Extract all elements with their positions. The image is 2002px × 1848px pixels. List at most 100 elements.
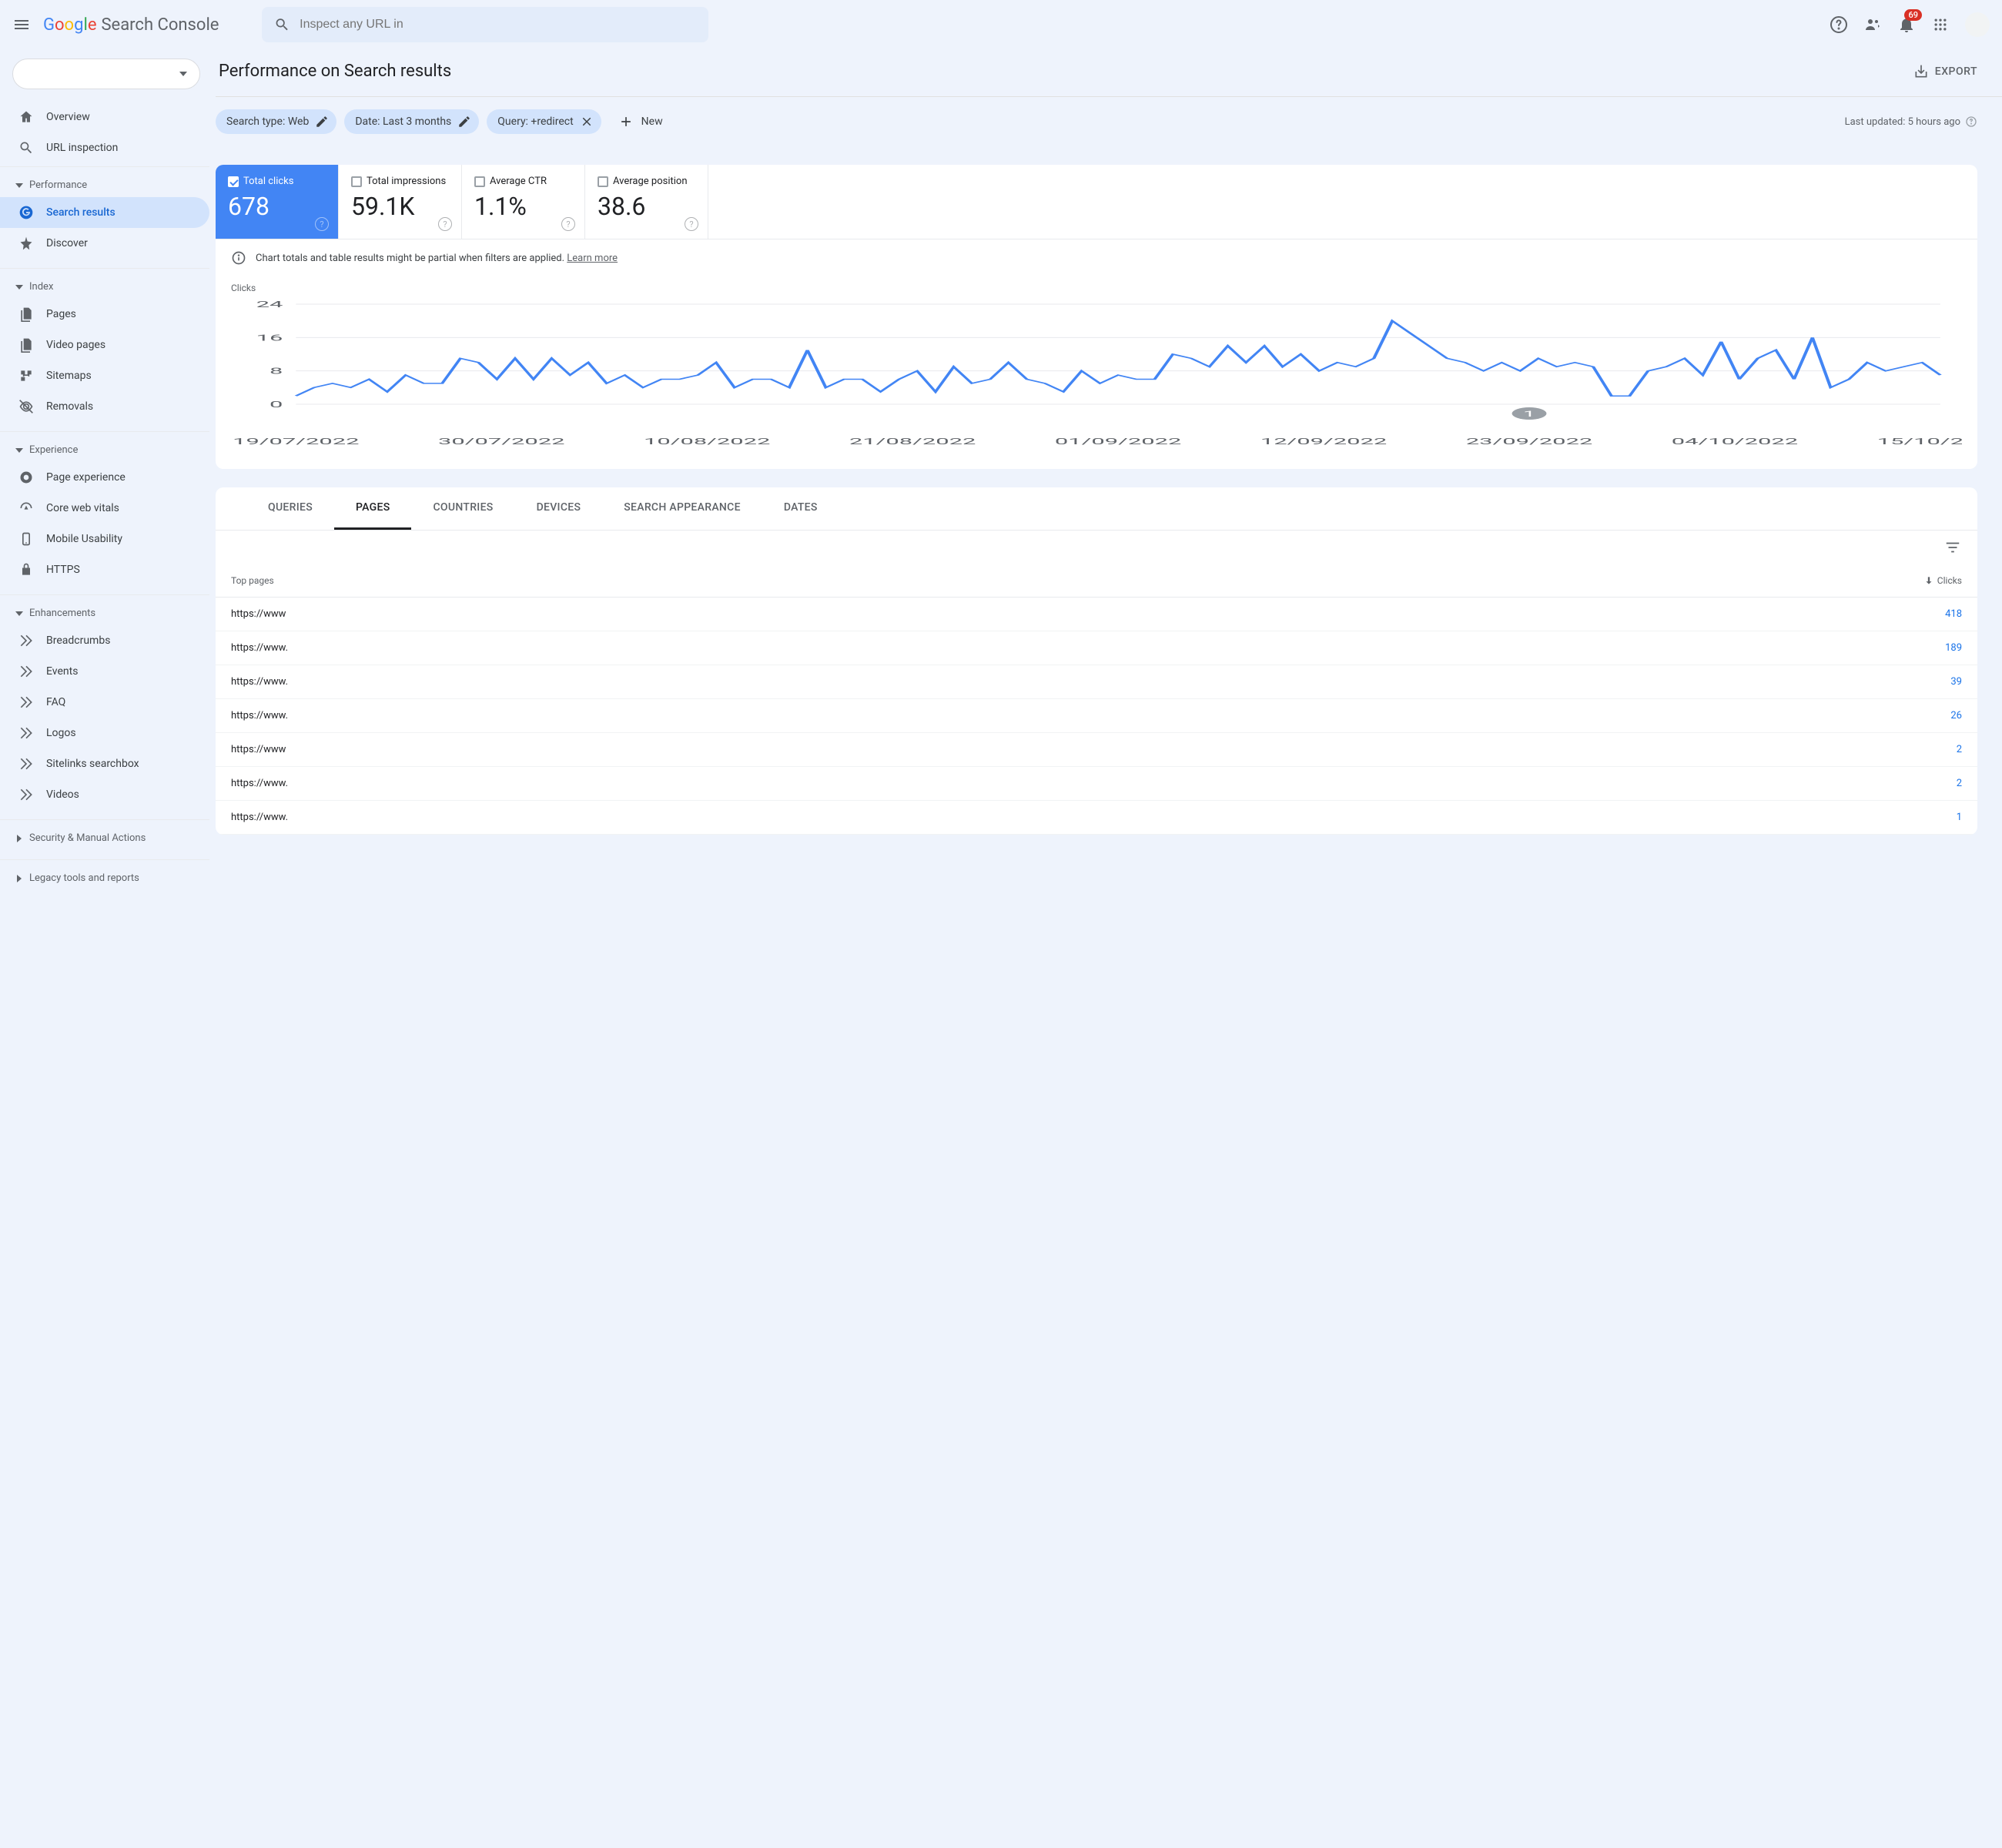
home-icon — [18, 109, 34, 125]
table-header: Top pages Clicks — [216, 564, 1977, 598]
sidebar-item-video-pages[interactable]: Video pages — [0, 330, 209, 360]
notification-badge: 69 — [1904, 9, 1922, 21]
table-row[interactable]: https://www. 26 — [216, 699, 1977, 733]
sidebar-section-index[interactable]: Index — [0, 275, 209, 299]
url-inspection-search[interactable] — [262, 7, 708, 42]
checkbox-icon — [228, 176, 239, 187]
table-header-pages: Top pages — [231, 575, 274, 586]
sidebar-item-videos[interactable]: Videos — [0, 779, 209, 810]
table-cell-page: https://www. — [231, 642, 288, 654]
sidebar-item-mobile-usability[interactable]: Mobile Usability — [0, 524, 209, 554]
plus-icon — [618, 114, 634, 129]
close-icon[interactable] — [580, 115, 594, 129]
tab-devices[interactable]: DEVICES — [515, 487, 603, 530]
filter-icon[interactable] — [1943, 538, 1962, 557]
export-label: EXPORT — [1935, 65, 1977, 78]
sidebar-section-security-manual-actions[interactable]: Security & Manual Actions — [0, 826, 209, 850]
last-updated: Last updated: 5 hours ago — [1845, 116, 1977, 128]
table-cell-page: https://www. — [231, 710, 288, 721]
table-row[interactable]: https://www. 189 — [216, 631, 1977, 665]
tab-search-appearance[interactable]: SEARCH APPEARANCE — [602, 487, 762, 530]
sidebar-item-removals[interactable]: Removals — [0, 391, 209, 422]
info-banner: Chart totals and table results might be … — [216, 239, 1977, 276]
metric-value: 59.1K — [351, 192, 449, 221]
property-selector[interactable] — [12, 59, 200, 89]
sidebar-section-legacy-tools-and-reports[interactable]: Legacy tools and reports — [0, 866, 209, 890]
metric-total-impressions[interactable]: Total impressions 59.1K ? — [339, 165, 462, 239]
pageexp-icon — [18, 470, 34, 485]
sidebar-item-discover[interactable]: Discover — [0, 228, 209, 259]
avatar[interactable] — [1965, 12, 1990, 37]
sidebar-item-label: Events — [46, 665, 78, 678]
tab-countries[interactable]: COUNTRIES — [411, 487, 514, 530]
help-icon[interactable] — [1965, 116, 1977, 128]
menu-icon[interactable] — [12, 15, 31, 34]
sidebar-section-performance[interactable]: Performance — [0, 173, 209, 197]
sidebar-section-experience[interactable]: Experience — [0, 438, 209, 462]
people-icon[interactable] — [1863, 15, 1882, 34]
chevron-down-icon — [15, 611, 23, 616]
sidebar-item-overview[interactable]: Overview — [0, 102, 209, 132]
help-icon[interactable]: ? — [685, 217, 698, 231]
table-row[interactable]: https://www. 39 — [216, 665, 1977, 699]
sidebar-item-core-web-vitals[interactable]: Core web vitals — [0, 493, 209, 524]
tab-queries[interactable]: QUERIES — [246, 487, 334, 530]
sidebar-item-faq[interactable]: FAQ — [0, 687, 209, 718]
table-row[interactable]: https://www 418 — [216, 598, 1977, 631]
tab-pages[interactable]: PAGES — [334, 487, 412, 530]
sidebar-item-label: Logos — [46, 727, 76, 739]
svg-text:1: 1 — [1523, 410, 1535, 419]
sidebar-item-search-results[interactable]: Search results — [0, 197, 209, 228]
help-icon[interactable] — [1830, 15, 1848, 34]
filter-chip-search-type[interactable]: Search type: Web — [216, 109, 336, 134]
metric-average-position[interactable]: Average position 38.6 ? — [585, 165, 708, 239]
sidebar-item-breadcrumbs[interactable]: Breadcrumbs — [0, 625, 209, 656]
help-icon[interactable]: ? — [438, 217, 452, 231]
sidebar-item-sitelinks-searchbox[interactable]: Sitelinks searchbox — [0, 748, 209, 779]
table-cell-page: https://www. — [231, 812, 288, 823]
metrics-row: Total clicks 678 ? Total impressions 59.… — [216, 165, 1977, 239]
svg-text:24: 24 — [256, 300, 283, 310]
sidebar-item-page-experience[interactable]: Page experience — [0, 462, 209, 493]
logo[interactable]: Google Search Console — [43, 15, 219, 35]
checkbox-icon — [598, 176, 608, 187]
sidebar-item-sitemaps[interactable]: Sitemaps — [0, 360, 209, 391]
sitemap-icon — [18, 368, 34, 383]
metric-total-clicks[interactable]: Total clicks 678 ? — [216, 165, 339, 239]
sidebar-item-pages[interactable]: Pages — [0, 299, 209, 330]
filter-chip-query[interactable]: Query: +redirect — [487, 109, 601, 134]
learn-more-link[interactable]: Learn more — [567, 253, 618, 264]
discover-icon — [18, 236, 34, 251]
metric-value: 1.1% — [474, 192, 572, 221]
sidebar-section-enhancements[interactable]: Enhancements — [0, 601, 209, 625]
sidebar-item-https[interactable]: HTTPS — [0, 554, 209, 585]
metric-value: 38.6 — [598, 192, 695, 221]
tab-dates[interactable]: DATES — [762, 487, 839, 530]
svg-text:04/10/2022: 04/10/2022 — [1672, 437, 1798, 447]
apps-icon[interactable] — [1931, 15, 1950, 34]
table-row[interactable]: https://www. 2 — [216, 767, 1977, 801]
download-icon — [1913, 64, 1929, 79]
sidebar-item-events[interactable]: Events — [0, 656, 209, 687]
search-input[interactable] — [300, 18, 696, 32]
main-content: Performance on Search results EXPORT Sea… — [216, 49, 2002, 1848]
notifications-icon[interactable]: 69 — [1897, 15, 1916, 34]
add-filter-button[interactable]: New — [609, 114, 672, 129]
table-row[interactable]: https://www 2 — [216, 733, 1977, 767]
mobile-icon — [18, 531, 34, 547]
videos-icon — [18, 787, 34, 802]
table-row[interactable]: https://www. 1 — [216, 801, 1977, 835]
help-icon[interactable]: ? — [561, 217, 575, 231]
svg-text:21/08/2022: 21/08/2022 — [849, 437, 976, 447]
export-button[interactable]: EXPORT — [1913, 64, 1977, 79]
table-header-clicks[interactable]: Clicks — [1923, 575, 1962, 586]
sidebar-item-url-inspection[interactable]: URL inspection — [0, 132, 209, 163]
help-icon[interactable]: ? — [315, 217, 329, 231]
sidebar-item-label: Sitemaps — [46, 370, 92, 382]
removal-icon — [18, 399, 34, 414]
filter-chip-date[interactable]: Date: Last 3 months — [344, 109, 479, 134]
sidebar-item-label: URL inspection — [46, 142, 118, 154]
performance-card: Total clicks 678 ? Total impressions 59.… — [216, 165, 1977, 469]
metric-average-ctr[interactable]: Average CTR 1.1% ? — [462, 165, 585, 239]
sidebar-item-logos[interactable]: Logos — [0, 718, 209, 748]
